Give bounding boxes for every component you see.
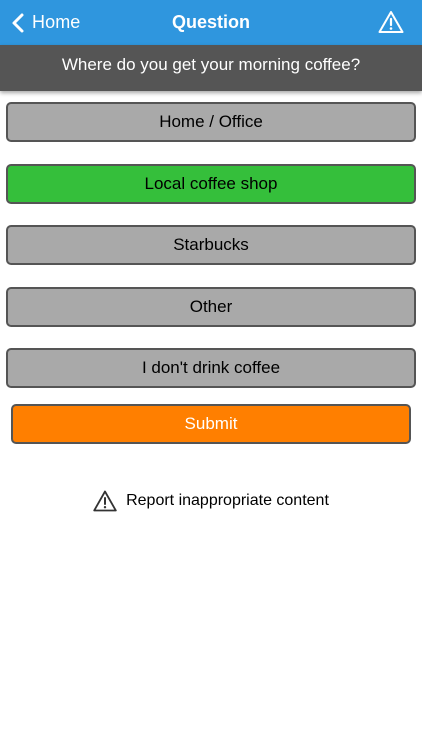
page-title: Question xyxy=(171,12,250,32)
option-other[interactable]: Other xyxy=(6,287,416,327)
report-inappropriate-link[interactable]: Report inappropriate content xyxy=(0,488,422,514)
report-label: Report inappropriate content xyxy=(126,492,329,509)
submit-button[interactable]: Submit xyxy=(11,404,411,444)
option-local-coffee-shop[interactable]: Local coffee shop xyxy=(6,164,416,204)
screen: Home Question Where do you get your morn… xyxy=(0,0,422,750)
warning-triangle-icon xyxy=(93,490,117,512)
warning-triangle-icon[interactable] xyxy=(378,10,404,34)
nav-bar: Home Question xyxy=(0,0,422,45)
question-text: Where do you get your morning coffee? xyxy=(0,45,422,91)
option-no-coffee[interactable]: I don't drink coffee xyxy=(6,348,416,388)
option-home-office[interactable]: Home / Office xyxy=(6,102,416,142)
option-starbucks[interactable]: Starbucks xyxy=(6,225,416,265)
